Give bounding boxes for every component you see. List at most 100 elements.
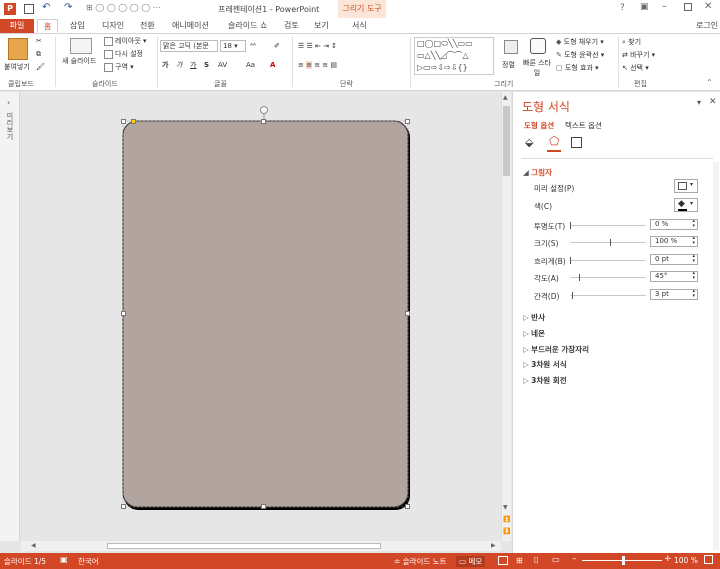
effects-tab-icon[interactable]: ⬠ [549,134,559,148]
tab-shape-options[interactable]: 도형 옵션 [524,120,554,131]
scroll-left-icon[interactable]: ◀ [31,542,36,549]
size-slider-thumb[interactable] [610,239,611,246]
thumbnail-pane-collapsed[interactable]: › 미리보기 [0,92,20,541]
find-button[interactable]: ⌕ 찾기 [622,37,641,47]
blur-slider[interactable] [570,260,646,261]
notes-button[interactable]: ≐ 슬라이드 노트 [394,556,446,567]
scroll-down-icon[interactable]: ▼ [503,504,508,511]
tab-review[interactable]: 검토 [278,19,305,33]
tab-text-options[interactable]: 텍스트 옵션 [565,120,602,131]
slideshow-icon[interactable]: ▭ [552,555,560,564]
close-icon[interactable]: ✕ [704,1,712,12]
tab-slideshow[interactable]: 슬라이드 쇼 [222,19,273,33]
angle-slider-thumb[interactable] [579,274,580,281]
quick-styles-button[interactable]: 빠른 스타일 [522,58,552,78]
scroll-right-icon[interactable]: ▶ [491,542,496,549]
resize-handle-ne[interactable] [405,119,410,124]
transparency-slider[interactable] [570,225,646,226]
angle-spinner[interactable]: 45° ▴ ▾ [650,271,698,282]
section-3d-rotation[interactable]: ▷ 3차원 회전 [523,375,567,386]
shape-effects-button[interactable]: ▢ 도형 효과 ▾ [556,63,599,73]
minimize-icon[interactable]: – [662,1,667,12]
adjust-handle[interactable] [131,119,136,124]
fill-line-icon[interactable]: ⬙ [525,136,533,149]
presets-dropdown[interactable]: ▾ [674,179,698,193]
copy-icon[interactable]: ⧉ [36,49,41,59]
arrange-button[interactable]: 정렬 [502,60,515,70]
distance-slider-thumb[interactable] [572,292,573,299]
new-slide-icon[interactable] [70,38,92,54]
signin-link[interactable]: 로그인 [690,19,720,33]
ribbon-display-icon[interactable]: ▣ [640,2,649,12]
section-reflection[interactable]: ▷ 반사 [523,312,545,323]
distance-spinner[interactable]: 3 pt ▴ ▾ [650,289,698,300]
pane-options-icon[interactable]: ▾ [697,98,701,107]
replace-button[interactable]: ⇄ 바꾸기 ▾ [622,50,655,60]
scroll-up-icon[interactable]: ▲ [503,94,508,101]
horizontal-scrollbar[interactable]: ◀ ▶ [21,541,501,551]
zoom-level[interactable]: 100 % [674,556,698,565]
grow-font-icon[interactable]: ᴬᴬ [250,41,256,51]
hscroll-thumb[interactable] [107,543,381,549]
section-soft-edges[interactable]: ▷ 부드러운 가장자리 [523,344,589,355]
quick-styles-icon[interactable] [530,38,546,54]
font-size-select[interactable]: 18 ▾ [220,40,246,52]
italic-button[interactable]: 가 [176,60,182,70]
char-spacing-icon[interactable]: AV [218,60,227,70]
resize-handle-e[interactable] [405,311,410,316]
zoom-in-icon[interactable]: + [664,554,672,564]
layout-button[interactable]: 레이아웃 ▾ [104,36,147,46]
font-name-select[interactable]: 맑은 고딕 (본문 [160,40,218,52]
pane-scrollbar[interactable] [713,162,719,550]
tab-view[interactable]: 보기 [308,19,335,33]
section-button[interactable]: 구역 ▾ [104,62,134,72]
bold-button[interactable]: 가 [162,60,168,70]
arrange-icon[interactable] [504,40,518,54]
collapse-ribbon-icon[interactable]: ⌃ [706,78,713,87]
tab-home[interactable]: 홈 [37,19,59,33]
distance-slider[interactable] [570,295,646,296]
tab-file[interactable]: 파일 [0,19,34,33]
section-3d-format[interactable]: ▷ 3차원 서식 [523,359,567,370]
pane-close-icon[interactable]: ✕ [709,97,717,107]
maximize-icon[interactable] [684,3,692,11]
reading-view-icon[interactable]: ▯ [534,555,538,564]
tab-format[interactable]: 서식 [346,19,373,33]
resize-handle-s[interactable] [261,504,266,509]
zoom-out-icon[interactable]: – [572,554,577,564]
scroll-thumb[interactable] [503,106,510,176]
font-color-icon[interactable]: A [270,60,275,70]
clear-format-icon[interactable]: ✐ [274,41,280,51]
section-glow[interactable]: ▷ 네온 [523,328,545,339]
transparency-slider-thumb[interactable] [570,222,571,229]
qat-icons[interactable]: ⊞ ◯ ◯ ◯ ◯ ◯ ⋯ [86,3,161,12]
tab-insert[interactable]: 삽입 [64,19,91,33]
vertical-scrollbar[interactable]: ▲ ▼ ⏫ ⏬ [501,92,511,541]
slide-canvas[interactable] [21,92,501,529]
spellcheck-icon[interactable]: ▣ [60,555,68,564]
shapes-gallery[interactable]: □◯□⬭╲╲▭▭ ▭△╲╲◿⌒⌒△ ▷▭⇨⇩⇨⇩{} [414,37,494,75]
slide-sorter-icon[interactable]: ⊞ [516,556,523,565]
undo-icon[interactable]: ↶ [42,2,50,13]
shape-outline-button[interactable]: ✎ 도형 윤곽선 ▾ [556,50,604,60]
language-indicator[interactable]: 한국어 [78,556,99,567]
paste-icon[interactable] [8,38,28,60]
resize-handle-n[interactable] [261,119,266,124]
zoom-slider-thumb[interactable] [622,556,625,565]
section-shadow-header[interactable]: ◢ 그림자 [523,167,552,178]
tab-design[interactable]: 디자인 [96,19,130,33]
strikethrough-button[interactable]: S [204,60,209,70]
blur-slider-thumb[interactable] [570,257,571,264]
reset-button[interactable]: 다시 설정 [104,49,143,59]
resize-handle-sw[interactable] [121,504,126,509]
bullets-icon[interactable]: ☰ ☰ ⇤ ⇥ ↕ [298,41,337,51]
expand-thumbnails-icon[interactable]: › [7,98,10,107]
normal-view-icon[interactable] [498,556,508,565]
resize-handle-nw[interactable] [121,119,126,124]
shape-fill-button[interactable]: ◆ 도형 채우기 ▾ [556,37,604,47]
fit-to-window-icon[interactable] [704,555,713,564]
change-case-button[interactable]: Aa [246,60,255,70]
new-slide-button[interactable]: 새 슬라이드 [62,56,96,66]
resize-handle-w[interactable] [121,311,126,316]
help-icon[interactable]: ? [620,3,625,13]
